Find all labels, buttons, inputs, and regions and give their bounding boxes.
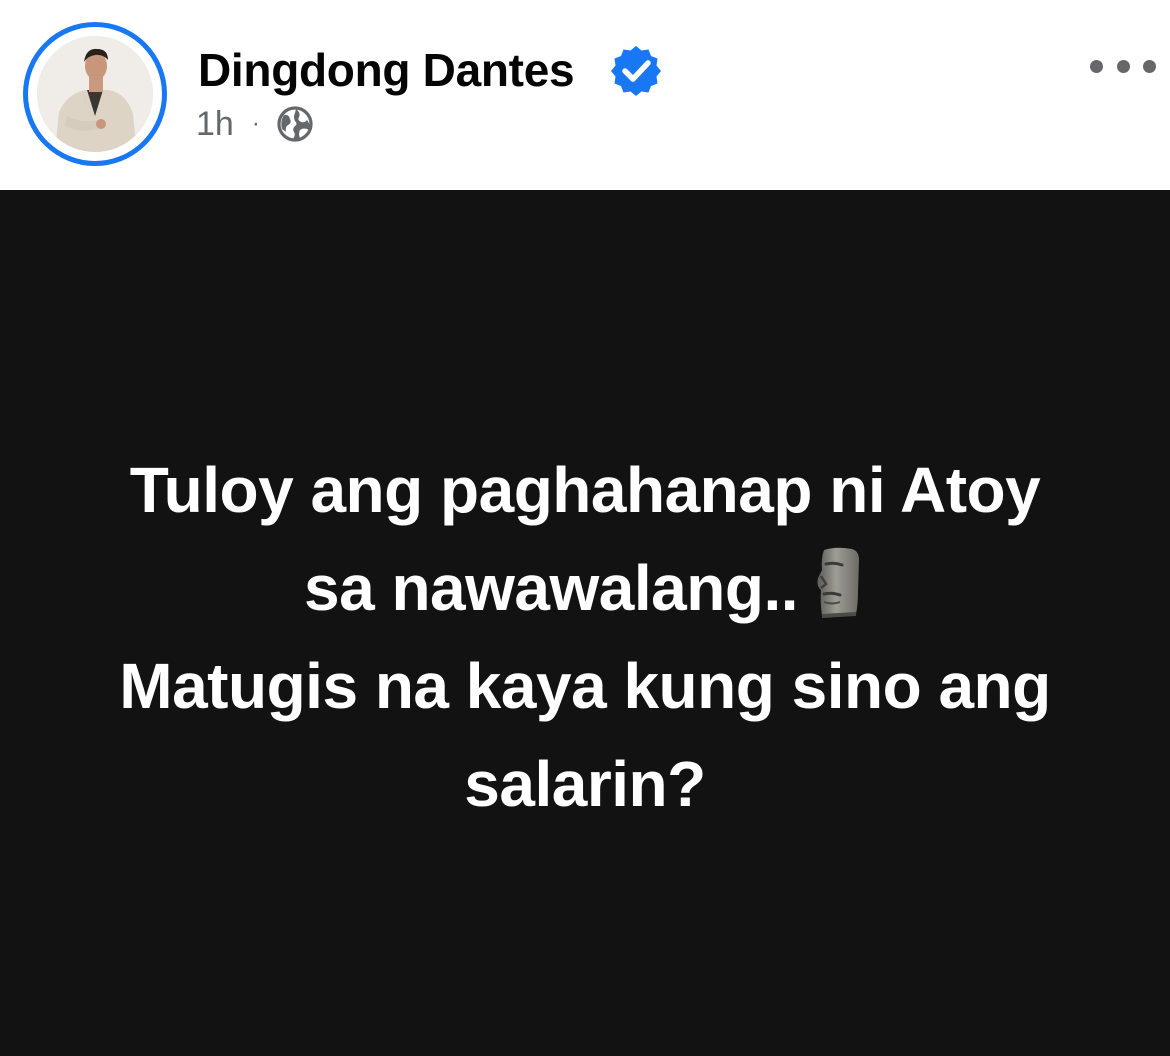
more-dot	[1116, 59, 1130, 73]
post-text: Tuloy ang paghahanap ni Atoy sa nawawala…	[0, 441, 1170, 833]
more-options-button[interactable]	[1090, 48, 1156, 84]
profile-photo	[37, 36, 153, 152]
more-dot	[1090, 59, 1103, 73]
facebook-post: Dingdong Dantes 1h · Tuloy ang paghahana…	[0, 0, 1170, 1056]
avatar[interactable]	[23, 22, 167, 166]
timestamp[interactable]: 1h	[196, 104, 234, 144]
moai-icon	[817, 547, 860, 618]
author-name[interactable]: Dingdong Dantes	[198, 42, 575, 98]
post-text-line-1: Tuloy ang paghahanap ni Atoy	[129, 454, 1041, 526]
verified-badge-icon	[611, 46, 661, 96]
post-header: Dingdong Dantes 1h ·	[0, 0, 1170, 190]
globe-icon[interactable]	[276, 105, 314, 143]
more-dot	[1143, 59, 1156, 73]
post-text-line-2-text: sa nawawalang..	[303, 552, 799, 624]
post-text-line-3: Matugis na kaya kung sino ang	[119, 650, 1051, 722]
post-meta: 1h ·	[196, 104, 314, 144]
post-background: Tuloy ang paghahanap ni Atoy sa nawawala…	[0, 190, 1170, 1056]
separator-dot: ·	[251, 110, 260, 137]
post-text-line-4: salarin?	[464, 748, 706, 820]
post-text-line-2: sa nawawalang..	[0, 539, 1170, 637]
